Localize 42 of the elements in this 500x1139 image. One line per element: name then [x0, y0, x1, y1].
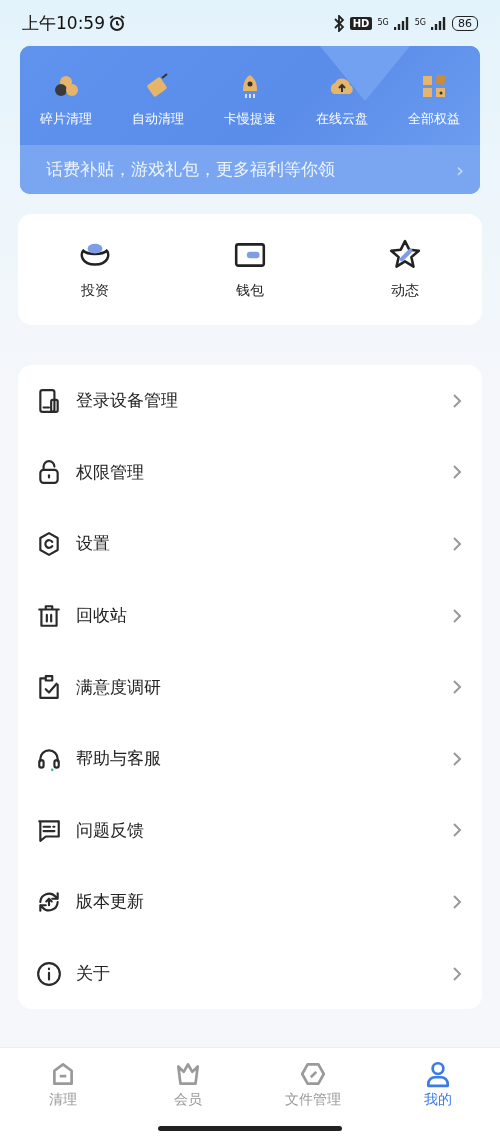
- chevron-icon: ›: [456, 157, 464, 182]
- hd-badge: HD: [349, 16, 373, 30]
- menu-icon: [36, 674, 62, 701]
- menu-item[interactable]: 帮助与客服: [18, 722, 482, 795]
- menu-icon: [36, 960, 62, 987]
- bluetooth-icon: [332, 14, 345, 32]
- chevron-icon: [452, 536, 462, 552]
- battery-level: 86: [452, 15, 478, 31]
- signal-icon: [393, 16, 410, 30]
- network-label: 5G: [414, 19, 426, 27]
- chevron-icon: [452, 822, 462, 839]
- menu-item[interactable]: 关于: [18, 937, 482, 1010]
- menu-item[interactable]: 满意度调研: [18, 651, 482, 723]
- signal-icon: [431, 16, 447, 30]
- alarm-icon: [108, 14, 126, 32]
- menu-item[interactable]: 权限管理: [18, 436, 482, 509]
- benefit-icon: [420, 71, 448, 100]
- menu-icon: [36, 531, 62, 557]
- network-label: 5G: [377, 19, 389, 27]
- shortcut-item[interactable]: 钱包: [172, 238, 328, 325]
- tab[interactable]: 我的: [375, 1060, 500, 1109]
- chevron-icon: [452, 679, 462, 696]
- chevron-icon: [452, 392, 462, 409]
- banner-text: 话费补贴，游戏礼包，更多福利等你领: [46, 158, 336, 181]
- chevron-icon: [452, 607, 462, 624]
- tab-icon: [298, 1060, 327, 1088]
- menu-icon: [36, 459, 62, 486]
- menu-item[interactable]: 设置: [18, 508, 482, 580]
- status-time: 上午10:59: [22, 11, 105, 35]
- menu-item[interactable]: 登录设备管理: [18, 365, 482, 437]
- menu-item[interactable]: 版本更新: [18, 866, 482, 938]
- menu-item[interactable]: 回收站: [18, 579, 482, 652]
- menu-icon: [36, 602, 62, 629]
- menu-icon: [36, 817, 62, 844]
- menu-icon: [36, 387, 62, 414]
- shortcut-item[interactable]: 动态: [327, 238, 482, 325]
- menu-item[interactable]: 问题反馈: [18, 794, 482, 867]
- shortcut-item[interactable]: 投资: [18, 238, 173, 325]
- chevron-icon: [452, 965, 462, 982]
- chevron-icon: [452, 893, 462, 910]
- chevron-icon: [452, 750, 462, 767]
- chevron-icon: [452, 464, 462, 481]
